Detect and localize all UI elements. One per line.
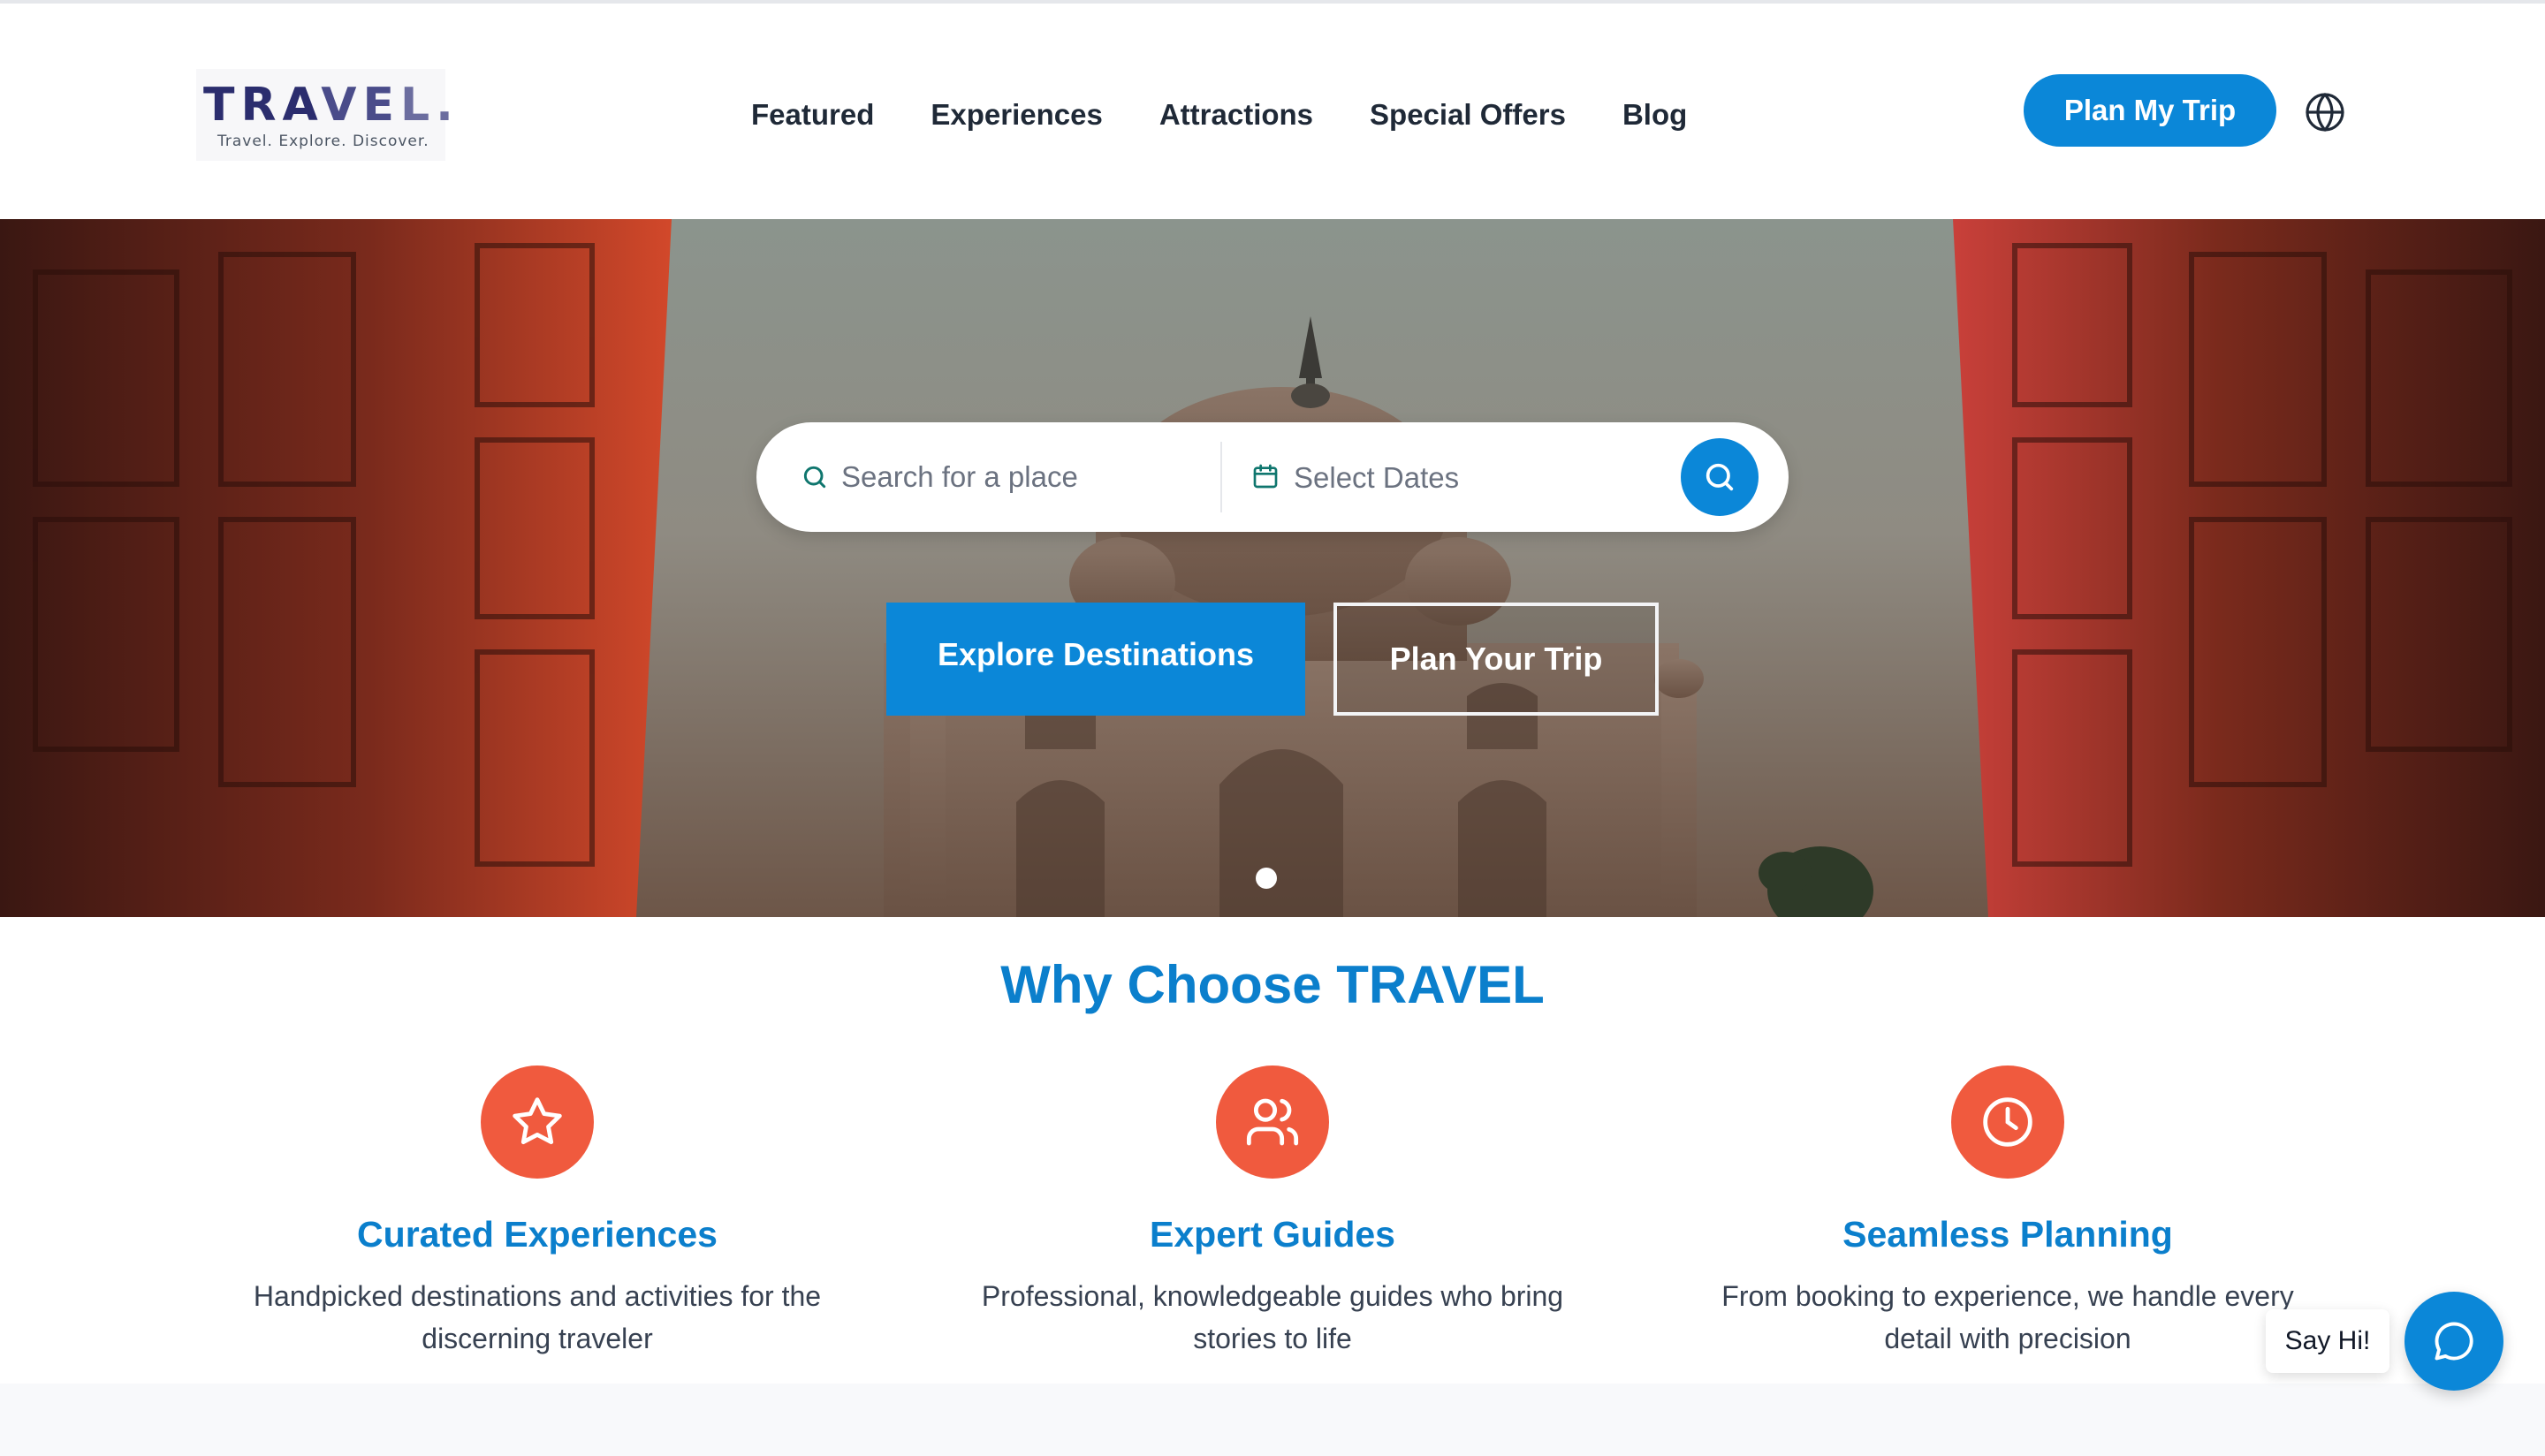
nav-experiences[interactable]: Experiences — [931, 98, 1102, 132]
chat-launcher-button[interactable] — [2404, 1292, 2503, 1391]
page: TRAVEL. Travel. Explore. Discover. Featu… — [0, 0, 2545, 1456]
feature-description: From booking to experience, we handle ev… — [1721, 1280, 2294, 1354]
logo-wordmark-part-2: VE — [321, 79, 400, 132]
brand-logo[interactable]: TRAVEL. Travel. Explore. Discover. — [196, 69, 453, 161]
star-icon — [513, 1097, 562, 1145]
calendar-icon — [1251, 462, 1280, 490]
search-bar: Select Dates — [756, 422, 1789, 532]
site-header: TRAVEL. Travel. Explore. Discover. Featu… — [0, 4, 2545, 219]
feature-icon-badge — [1951, 1065, 2064, 1179]
search-icon — [801, 463, 829, 491]
feature-icon-badge — [1216, 1065, 1329, 1179]
feature-icon-badge — [481, 1065, 594, 1179]
feature-title: Expert Guides — [1150, 1214, 1395, 1255]
nav-special-offers[interactable]: Special Offers — [1370, 98, 1566, 132]
next-section-band — [0, 1384, 2545, 1456]
place-search-input[interactable] — [841, 449, 1195, 505]
feature-card-guides: Expert Guides Professional, knowledgeabl… — [937, 1065, 1608, 1360]
feature-card-curated: Curated Experiences Handpicked destinati… — [201, 1065, 873, 1360]
users-icon — [1246, 1098, 1299, 1146]
feature-title: Seamless Planning — [1842, 1214, 2173, 1255]
search-button[interactable] — [1681, 438, 1759, 516]
carousel-dot-active[interactable] — [1256, 868, 1277, 889]
search-icon — [1706, 463, 1734, 491]
explore-destinations-button[interactable]: Explore Destinations — [886, 603, 1305, 716]
feature-title: Curated Experiences — [357, 1214, 718, 1255]
feature-card-planning: Seamless Planning From booking to experi… — [1672, 1065, 2344, 1360]
logo-tagline: Travel. Explore. Discover. — [217, 133, 429, 150]
feature-description: Professional, knowledgeable guides who b… — [981, 1280, 1564, 1354]
main-nav: Featured Experiences Attractions Special… — [751, 88, 1744, 141]
nav-attractions[interactable]: Attractions — [1159, 98, 1313, 132]
logo-wordmark: TRAVEL. — [203, 79, 453, 132]
hero-background-image — [0, 219, 2545, 917]
clock-icon — [1983, 1097, 2032, 1147]
logo-wordmark-part-3: L. — [400, 79, 460, 132]
date-picker-field[interactable]: Select Dates — [1294, 461, 1459, 495]
why-choose-heading: Why Choose TRAVEL — [1000, 955, 1545, 1014]
globe-icon[interactable] — [2304, 91, 2346, 133]
logo-wordmark-part-1: TRA — [203, 79, 322, 132]
chat-bubble-icon — [2435, 1322, 2473, 1361]
search-divider — [1220, 442, 1222, 512]
feature-description: Handpicked destinations and activities f… — [253, 1280, 822, 1354]
plan-my-trip-button[interactable]: Plan My Trip — [2024, 74, 2276, 147]
nav-featured[interactable]: Featured — [751, 98, 874, 132]
chat-greeting-tooltip[interactable]: Say Hi! — [2266, 1309, 2389, 1373]
plan-your-trip-button[interactable]: Plan Your Trip — [1333, 603, 1659, 716]
hero-banner: Select Dates Explore Destinations Plan Y… — [0, 219, 2545, 917]
nav-blog[interactable]: Blog — [1622, 98, 1687, 132]
